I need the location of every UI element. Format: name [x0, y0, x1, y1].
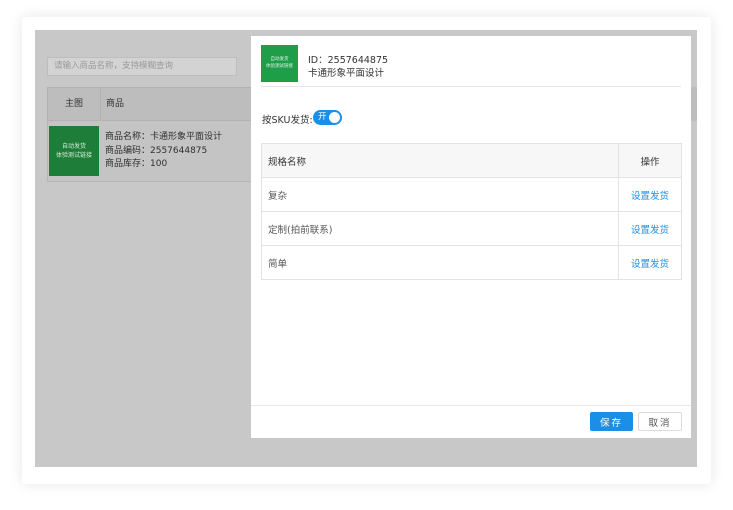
product-name: 商品名称：卡通形象平面设计	[105, 132, 223, 142]
product-thumbnail: 自动发货 体验测试链接	[49, 126, 99, 176]
thumb-text-line: 自动发货	[61, 143, 86, 150]
save-button[interactable]: 保存	[590, 412, 633, 431]
header-action: 操作	[618, 143, 682, 178]
product-stock: 商品库存：100	[105, 159, 168, 169]
product-table: 主图 商品 自动发货 体验测试链接 商品名称：卡通形象平面设计 商品编码：255…	[47, 87, 252, 182]
product-code: 商品编码：2557644875	[105, 145, 208, 156]
spec-name: 复杂	[261, 177, 619, 212]
set-shipping-link[interactable]: 设置发货	[631, 225, 669, 236]
toggle-on-label: 开	[318, 112, 327, 122]
spec-name: 定制(拍前联系)	[261, 211, 619, 246]
header-spec-name: 规格名称	[261, 143, 619, 178]
toggle-knob	[329, 112, 340, 123]
sku-shipping-label: 按SKU发货:	[262, 115, 313, 126]
divider	[261, 86, 681, 87]
header-product: 商品	[106, 99, 125, 109]
footer-divider	[251, 405, 691, 406]
spec-table-header: 规格名称 操作	[261, 143, 682, 178]
spec-table: 规格名称 操作 复杂 设置发货 定制(拍前联系) 设置发货 简单 设置发货	[261, 143, 682, 280]
table-row: 简单 设置发货	[261, 245, 682, 280]
thumb-text-line: 体验测试链接	[266, 63, 293, 69]
cancel-button[interactable]: 取消	[638, 412, 682, 431]
set-shipping-link[interactable]: 设置发货	[631, 191, 669, 202]
sku-shipping-toggle[interactable]: 开	[313, 110, 342, 125]
header-main-image: 主图	[48, 88, 101, 120]
set-shipping-link[interactable]: 设置发货	[631, 259, 669, 270]
dialog-product-id: ID：2557644875	[308, 55, 389, 66]
product-search-input[interactable]: 请输入商品名称，支持模糊查询	[47, 57, 237, 76]
table-row: 定制(拍前联系) 设置发货	[261, 211, 682, 246]
table-row: 自动发货 体验测试链接 商品名称：卡通形象平面设计 商品编码：255764487…	[47, 121, 252, 182]
thumb-text-line: 体验测试链接	[55, 152, 92, 159]
table-row: 复杂 设置发货	[261, 177, 682, 212]
spec-name: 简单	[261, 245, 619, 280]
sku-shipping-dialog: 自动发货 体验测试链接 ID：2557644875 卡通形象平面设计 按SKU发…	[251, 36, 691, 438]
product-table-header: 主图 商品	[47, 87, 252, 121]
dialog-product-thumbnail: 自动发货 体验测试链接	[261, 45, 298, 82]
dialog-product-title: 卡通形象平面设计	[308, 68, 385, 79]
product-info: 商品名称：卡通形象平面设计 商品编码：2557644875 商品库存：100	[105, 131, 222, 172]
